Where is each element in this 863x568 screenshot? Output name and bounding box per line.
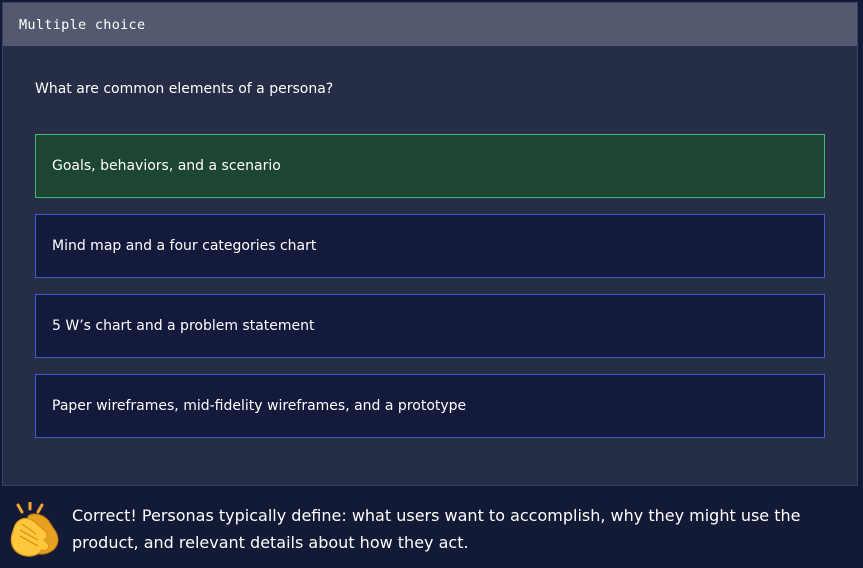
- answer-option-label: 5 W’s chart and a problem statement: [52, 318, 315, 334]
- question-text: What are common elements of a persona?: [35, 81, 334, 97]
- answer-option[interactable]: 5 W’s chart and a problem statement: [35, 294, 825, 358]
- clapping-hands-icon: [10, 502, 59, 557]
- answer-option[interactable]: Mind map and a four categories chart: [35, 214, 825, 278]
- answer-option-correct[interactable]: Goals, behaviors, and a scenario: [35, 134, 825, 198]
- answer-option-label: Goals, behaviors, and a scenario: [52, 158, 281, 174]
- answer-option-label: Paper wireframes, mid-fidelity wireframe…: [52, 398, 467, 414]
- quiz-header: Multiple choice: [3, 3, 857, 46]
- quiz-type-label: Multiple choice: [19, 16, 146, 33]
- answer-option[interactable]: Paper wireframes, mid-fidelity wireframe…: [35, 374, 825, 438]
- feedback-panel: Correct! Personas typically define: what…: [0, 488, 863, 568]
- quiz-card: Multiple choice What are common elements…: [2, 2, 858, 486]
- feedback-message: Correct! Personas typically define: what…: [72, 506, 801, 552]
- answer-option-label: Mind map and a four categories chart: [52, 238, 317, 254]
